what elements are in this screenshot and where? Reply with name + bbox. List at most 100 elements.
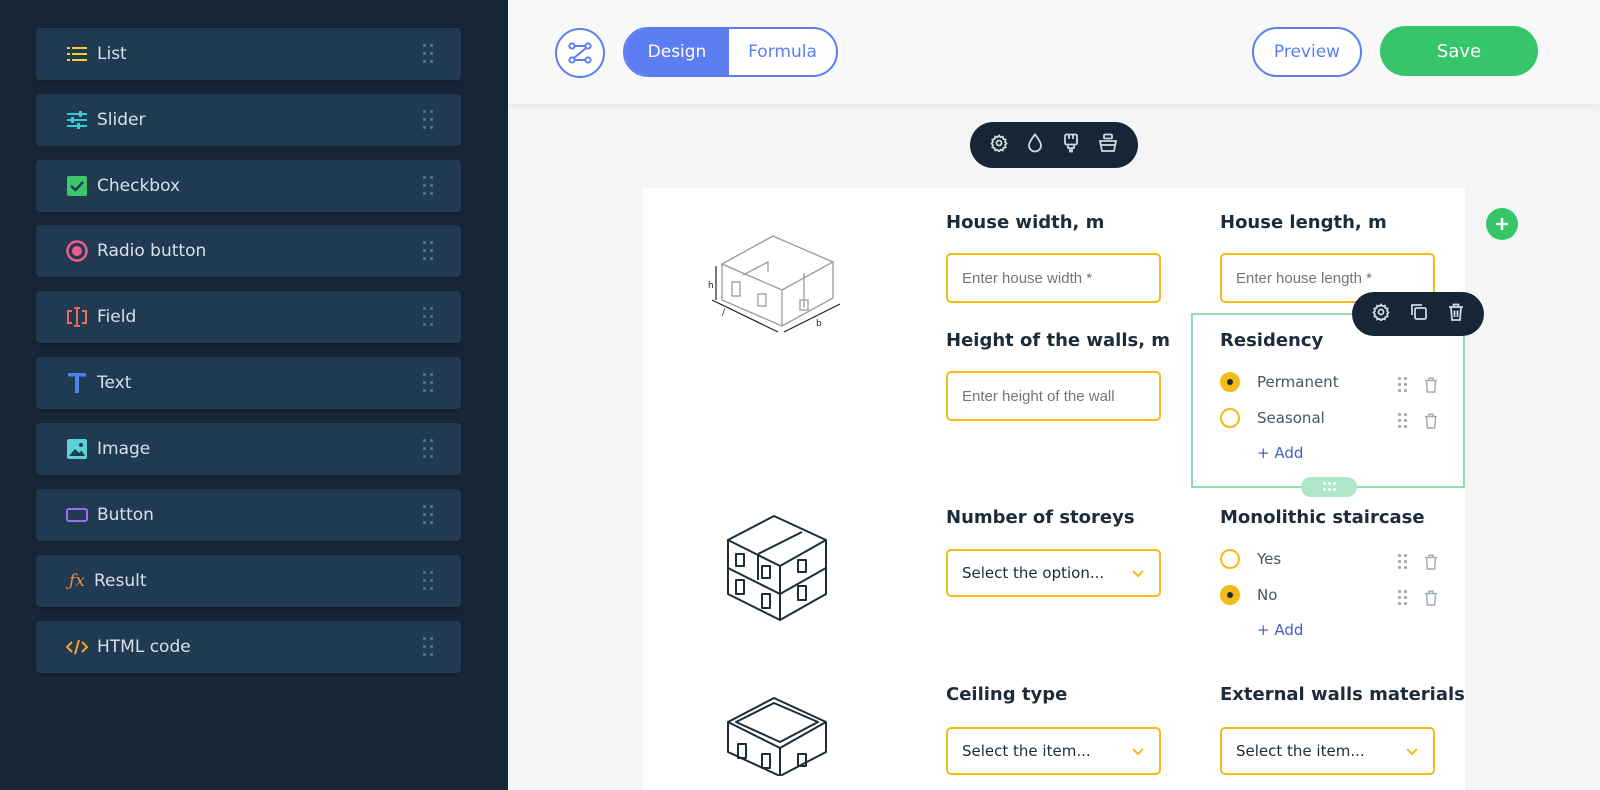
chevron-down-icon	[1132, 748, 1144, 756]
drag-handle-icon[interactable]	[423, 637, 435, 657]
trash-icon[interactable]	[1424, 377, 1438, 393]
sidebar-item-radio-button[interactable]: Radio button	[36, 225, 461, 277]
drag-handle-icon[interactable]	[423, 439, 435, 459]
settings-icon[interactable]	[990, 134, 1008, 156]
house-width-label: House width, m	[946, 212, 1105, 233]
staircase-label: Monolithic staircase	[1220, 507, 1425, 528]
drag-handle-icon[interactable]	[423, 373, 435, 393]
storeys-select[interactable]: Select the option...	[946, 549, 1161, 597]
house-dimensions-illustration: h / b	[708, 235, 841, 333]
component-sidebar: List Slider Checkbox Radio button Field	[0, 0, 508, 790]
trash-icon[interactable]	[1448, 303, 1464, 325]
drag-handle-icon[interactable]	[1398, 377, 1408, 393]
duplicate-icon[interactable]	[1410, 303, 1428, 325]
sidebar-item-label: Checkbox	[97, 176, 181, 196]
drag-handle-icon[interactable]	[423, 505, 435, 525]
sidebar-item-label: Image	[97, 439, 151, 459]
add-option-link[interactable]: + Add	[1257, 444, 1303, 462]
sidebar-item-button[interactable]: Button	[36, 489, 461, 541]
save-button[interactable]: Save	[1380, 26, 1538, 76]
option-label: Permanent	[1257, 373, 1339, 391]
sidebar-item-field[interactable]: Field	[36, 291, 461, 343]
button-icon	[66, 504, 88, 526]
chevron-down-icon	[1132, 570, 1144, 578]
select-value: Select the item...	[1236, 742, 1365, 760]
trash-icon[interactable]	[1424, 590, 1438, 606]
sidebar-item-text[interactable]: Text	[36, 357, 461, 409]
wall-height-input[interactable]	[946, 371, 1161, 421]
plus-icon	[1496, 218, 1508, 230]
layers-icon[interactable]	[1098, 133, 1118, 157]
sidebar-item-label: Slider	[97, 110, 146, 130]
sidebar-item-label: Radio button	[97, 241, 207, 261]
walls-material-label: External walls materials	[1220, 684, 1465, 705]
sidebar-item-label: Result	[94, 571, 147, 591]
house-length-label: House length, m	[1220, 212, 1387, 233]
drag-handle-icon[interactable]	[423, 176, 435, 196]
add-option-link[interactable]: + Add	[1257, 621, 1303, 639]
drag-handle-icon[interactable]	[423, 44, 435, 64]
sidebar-item-list[interactable]: List	[36, 28, 461, 80]
tab-formula[interactable]: Formula	[729, 29, 836, 75]
list-icon	[66, 43, 88, 65]
residency-label: Residency	[1220, 330, 1324, 351]
tab-design[interactable]: Design	[625, 29, 729, 75]
option-label: No	[1257, 586, 1278, 604]
sidebar-item-checkbox[interactable]: Checkbox	[36, 160, 461, 212]
mode-tabs: Design Formula	[623, 27, 838, 77]
code-icon	[66, 636, 88, 658]
sidebar-item-label: Text	[97, 373, 132, 393]
sidebar-item-slider[interactable]: Slider	[36, 94, 461, 146]
add-element-button[interactable]	[1486, 208, 1518, 240]
radio-permanent[interactable]	[1220, 372, 1240, 392]
sidebar-item-html-code[interactable]: HTML code	[36, 621, 461, 673]
radio-seasonal[interactable]	[1220, 408, 1240, 428]
radio-no[interactable]	[1220, 585, 1240, 605]
flow-icon	[568, 42, 592, 64]
drag-handle-icon[interactable]	[423, 571, 435, 591]
drag-handle-icon[interactable]	[1398, 554, 1408, 570]
radio-yes[interactable]	[1220, 549, 1240, 569]
settings-icon[interactable]	[1372, 303, 1390, 325]
house-width-input[interactable]	[946, 253, 1161, 303]
resize-handle[interactable]	[1301, 477, 1357, 497]
sidebar-item-label: Button	[97, 505, 154, 525]
drag-handle-icon[interactable]	[1398, 590, 1408, 606]
sliders-icon	[66, 109, 88, 131]
checkbox-icon	[66, 175, 88, 197]
top-toolbar: Design Formula Preview Save	[508, 0, 1600, 104]
sidebar-item-image[interactable]: Image	[36, 423, 461, 475]
trash-icon[interactable]	[1424, 413, 1438, 429]
brush-icon[interactable]	[1063, 133, 1079, 157]
sidebar-item-label: HTML code	[97, 637, 191, 657]
function-icon: ƒx	[69, 571, 85, 591]
option-label: Seasonal	[1257, 409, 1325, 427]
select-value: Select the item...	[962, 742, 1091, 760]
color-drop-icon[interactable]	[1027, 133, 1043, 157]
ceiling-type-label: Ceiling type	[946, 684, 1068, 705]
drag-handle-icon[interactable]	[423, 307, 435, 327]
text-cursor-icon	[66, 306, 88, 328]
select-value: Select the option...	[962, 564, 1105, 582]
radio-icon	[66, 240, 88, 262]
svg-text:h: h	[708, 281, 714, 291]
logic-flow-button[interactable]	[555, 28, 605, 78]
drag-handle-icon[interactable]	[423, 241, 435, 261]
walls-material-select[interactable]: Select the item...	[1220, 727, 1435, 775]
preview-button[interactable]: Preview	[1252, 27, 1362, 77]
wall-height-label: Height of the walls, m	[946, 330, 1171, 351]
ceiling-type-select[interactable]: Select the item...	[946, 727, 1161, 775]
chevron-down-icon	[1406, 748, 1418, 756]
svg-text:b: b	[816, 319, 822, 329]
drag-handle-icon[interactable]	[423, 110, 435, 130]
style-toolbar	[970, 122, 1138, 168]
drag-handle-icon[interactable]	[1398, 413, 1408, 429]
sidebar-item-result[interactable]: ƒx Result	[36, 555, 461, 607]
element-toolbar	[1352, 292, 1484, 336]
svg-text:/: /	[722, 308, 726, 318]
ceiling-illustration	[727, 697, 827, 776]
text-t-icon	[66, 372, 88, 394]
sidebar-item-label: Field	[97, 307, 137, 327]
trash-icon[interactable]	[1424, 554, 1438, 570]
storeys-illustration	[727, 515, 827, 621]
